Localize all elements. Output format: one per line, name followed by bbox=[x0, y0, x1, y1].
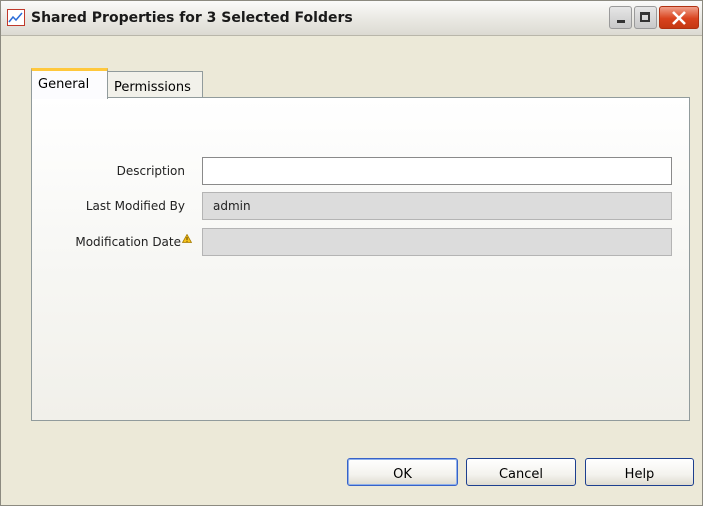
help-button[interactable]: Help bbox=[585, 458, 694, 486]
cancel-button[interactable]: Cancel bbox=[466, 458, 576, 486]
dialog-window: Shared Properties for 3 Selected Folders… bbox=[0, 0, 703, 506]
description-input[interactable] bbox=[202, 157, 672, 185]
title-bar[interactable]: Shared Properties for 3 Selected Folders bbox=[1, 1, 702, 36]
minimize-button[interactable] bbox=[609, 6, 632, 29]
general-tab-panel bbox=[31, 97, 690, 421]
maximize-button[interactable] bbox=[634, 6, 657, 29]
last-modified-by-field: admin bbox=[202, 192, 672, 220]
last-modified-by-label: Last Modified By bbox=[85, 199, 185, 213]
ok-button[interactable]: OK bbox=[347, 458, 458, 486]
close-button[interactable] bbox=[659, 6, 699, 29]
chart-line-icon bbox=[7, 9, 25, 26]
description-label: Description bbox=[116, 164, 185, 178]
close-icon bbox=[672, 11, 686, 25]
last-modified-by-value: admin bbox=[213, 199, 251, 213]
modification-date-field bbox=[202, 228, 672, 256]
modification-date-label: Modification Date bbox=[75, 235, 181, 249]
tab-permissions[interactable]: Permissions bbox=[107, 71, 203, 97]
warning-icon bbox=[181, 232, 193, 243]
tab-general[interactable]: General bbox=[31, 68, 108, 99]
window-title: Shared Properties for 3 Selected Folders bbox=[31, 10, 353, 26]
